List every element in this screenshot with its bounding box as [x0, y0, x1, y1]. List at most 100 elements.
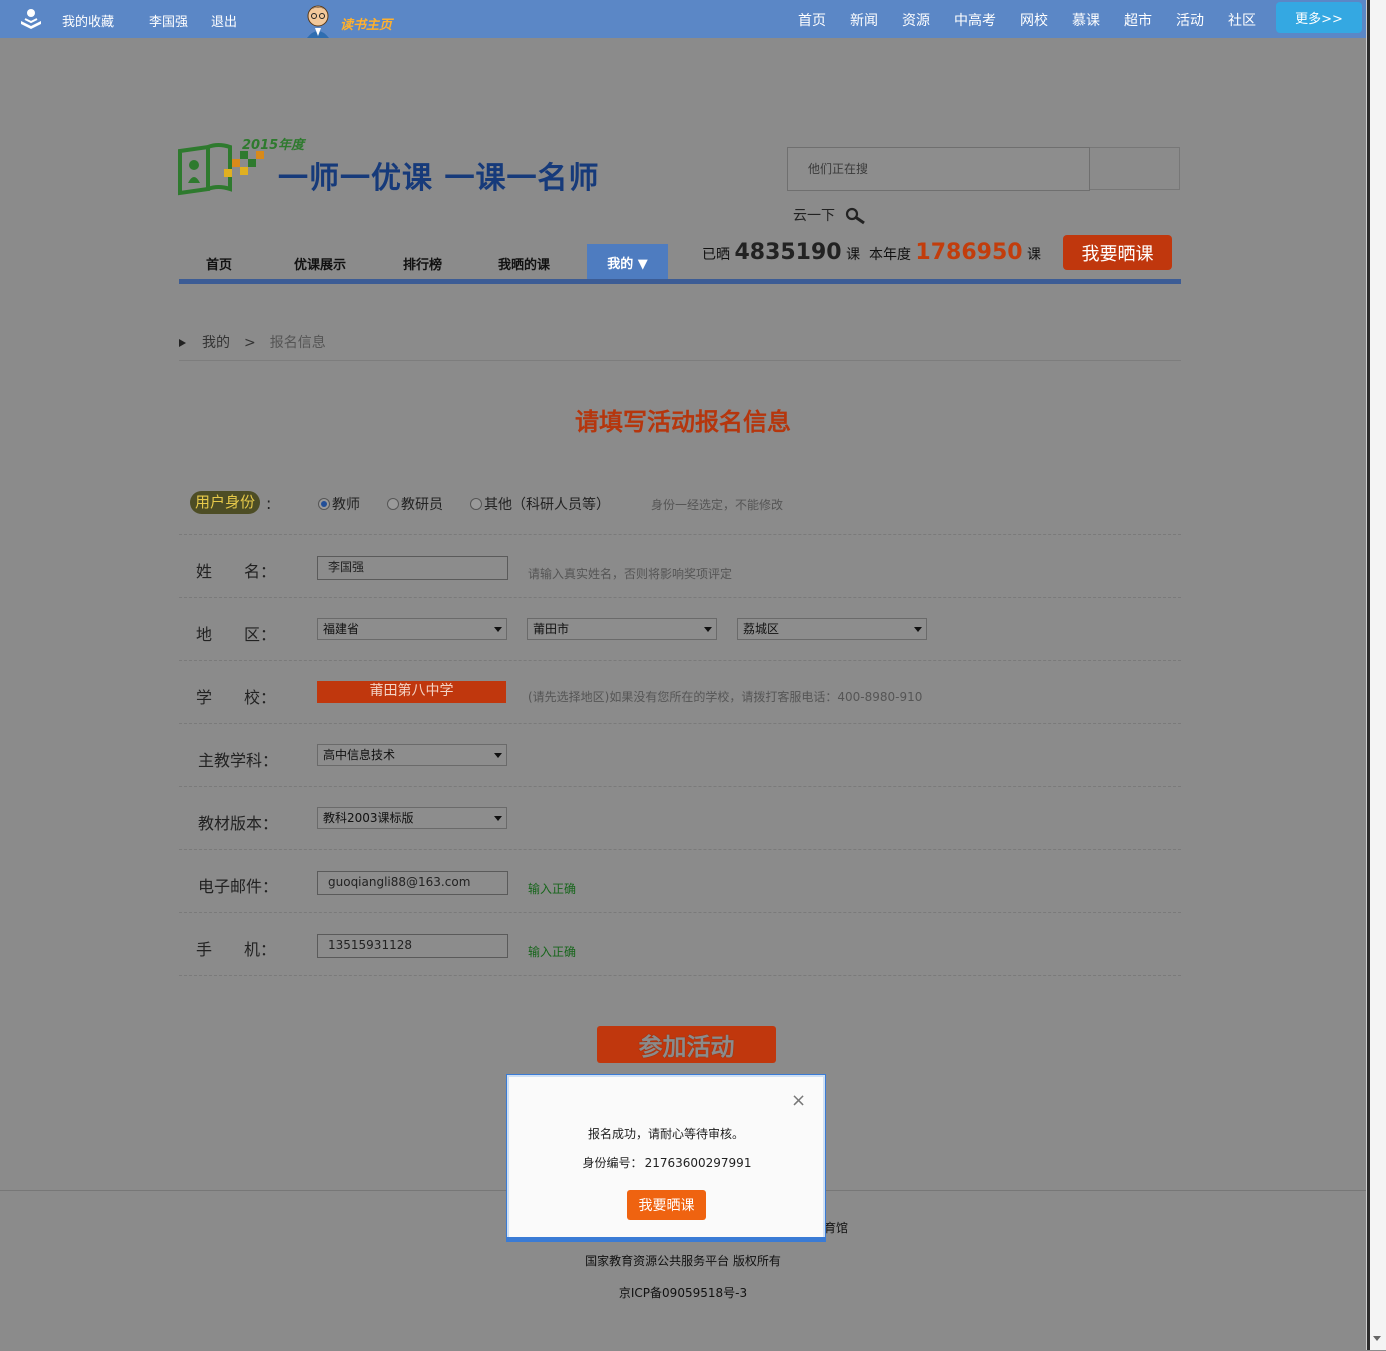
join-activity-button[interactable]: 参加活动 — [597, 1026, 776, 1063]
role-hint: 身份一经选定，不能修改 — [651, 498, 784, 512]
district-value: 荔城区 — [743, 622, 780, 636]
dialog-message: 报名成功，请耐心等待审核。 — [587, 1127, 744, 1141]
phone-label: 手 机： — [196, 940, 277, 959]
role-radio-other[interactable]: 其他（科研人员等） — [470, 494, 610, 514]
chevron-down-icon — [494, 627, 502, 632]
dialog-shaike-button[interactable]: 我要晒课 — [627, 1190, 706, 1220]
breadcrumb-root[interactable]: 我的 — [202, 335, 230, 351]
top-nav-exams[interactable]: 中高考 — [954, 10, 996, 30]
province-select[interactable]: 福建省 — [317, 618, 507, 640]
textbook-select[interactable]: 教科2003课标版 — [317, 807, 507, 829]
row-divider — [179, 786, 1181, 787]
dialog-id-label: 身份编号： — [582, 1156, 643, 1170]
main-nav-underline — [179, 279, 1181, 284]
name-hint: 请输入真实姓名，否则将影响奖项评定 — [528, 567, 733, 581]
main-nav-home[interactable]: 首页 — [206, 254, 232, 273]
top-nav-community[interactable]: 社区 — [1228, 10, 1256, 30]
role-label: 用户身份 — [190, 491, 261, 514]
phone-field[interactable]: 13515931128 — [317, 934, 508, 958]
top-nav-mooc[interactable]: 慕课 — [1072, 10, 1100, 30]
radio-checked-icon — [318, 498, 330, 510]
username-link[interactable]: 李国强 — [149, 11, 188, 30]
course-stats: 已晒 4835190 课 本年度 1786950 课 — [702, 240, 1041, 265]
school-select-button[interactable]: 莆田第八中学 — [317, 681, 506, 703]
textbook-value: 教科2003课标版 — [323, 811, 414, 825]
top-nav-school[interactable]: 网校 — [1020, 10, 1048, 30]
school-label: 学 校： — [196, 688, 277, 707]
radio-unchecked-icon — [387, 498, 399, 510]
teacher-avatar-icon — [307, 5, 329, 38]
city-value: 莆田市 — [533, 622, 570, 636]
role-colon: : — [266, 494, 272, 513]
footer-copyright: 国家教育资源公共服务平台 版权所有 — [585, 1254, 781, 1268]
chevron-down-icon — [914, 627, 922, 632]
dialog-bottom-bar — [507, 1237, 825, 1241]
city-select[interactable]: 莆田市 — [527, 618, 717, 640]
main-nav-ranking[interactable]: 排行榜 — [403, 254, 442, 273]
breadcrumb-current: 报名信息 — [269, 335, 326, 351]
breadcrumb-separator: > — [244, 335, 256, 351]
row-divider — [179, 534, 1181, 535]
user-reading-icon[interactable] — [18, 7, 44, 31]
reading-home-logo[interactable]: 读书主页 — [300, 2, 400, 38]
top-nav-activity[interactable]: 活动 — [1176, 10, 1204, 30]
school-hint: (请先选择地区)如果没有您所在的学校，请拨打客服电话：400-8980-910 — [528, 690, 923, 704]
textbook-label: 教材版本： — [198, 814, 279, 833]
district-select[interactable]: 荔城区 — [737, 618, 927, 640]
role-radio-teacher[interactable]: 教师 — [318, 494, 360, 514]
search-input-wrapper — [787, 147, 1090, 191]
scrollbar-thumb[interactable] — [1367, 0, 1370, 1350]
search-side-area — [1090, 147, 1180, 190]
page-scrollbar[interactable] — [1366, 0, 1386, 1350]
row-divider — [179, 723, 1181, 724]
breadcrumb-arrow-icon — [179, 339, 186, 347]
top-nav-news[interactable]: 新闻 — [850, 10, 878, 30]
subject-label: 主教学科： — [198, 751, 279, 770]
breadcrumb-divider — [179, 360, 1181, 361]
scroll-down-arrow-icon[interactable] — [1373, 1336, 1381, 1341]
row-divider — [179, 660, 1181, 661]
chevron-down-icon — [704, 627, 712, 632]
row-divider — [179, 849, 1181, 850]
close-icon[interactable]: × — [791, 1092, 806, 1110]
top-nav-market[interactable]: 超市 — [1124, 10, 1152, 30]
stats-unit: 课 — [846, 247, 861, 263]
stats-year-total: 1786950 — [915, 240, 1023, 265]
subject-select[interactable]: 高中信息技术 — [317, 744, 507, 766]
search-button[interactable]: 云一下 — [793, 205, 865, 225]
row-divider — [179, 975, 1181, 976]
row-divider — [179, 912, 1181, 913]
main-nav-showcase[interactable]: 优课展示 — [294, 254, 346, 273]
search-input[interactable] — [788, 148, 1089, 190]
more-button[interactable]: 更多>> — [1276, 2, 1362, 33]
top-bar: 我的收藏 李国强 退出 读书主页 首页 新闻 资源 中高考 网校 慕课 超市 活… — [0, 0, 1366, 38]
region-label: 地 区： — [196, 625, 277, 644]
dialog-id-value: 21763600297991 — [644, 1156, 752, 1170]
radio-unchecked-icon — [470, 498, 482, 510]
chevron-down-icon — [494, 816, 502, 821]
stats-prefix: 已晒 — [702, 247, 730, 263]
role-other-label: 其他（科研人员等） — [484, 497, 610, 513]
footer-fragment: 育馆 — [824, 1221, 849, 1235]
form-title: 请填写活动报名信息 — [575, 408, 791, 436]
row-divider — [179, 597, 1181, 598]
stats-year-unit: 课 — [1027, 247, 1042, 263]
search-icon — [845, 207, 865, 225]
name-field[interactable]: 李国强 — [317, 556, 508, 580]
logo-year: 2015年度 — [242, 138, 305, 153]
logout-link[interactable]: 退出 — [211, 11, 237, 30]
logo-slogan: 一师一优课 一课一名师 — [278, 161, 600, 196]
site-logo[interactable]: 2015年度 一师一优课 一课一名师 — [178, 133, 628, 203]
footer-icp[interactable]: 京ICP备09059518号-3 — [0, 1284, 1366, 1301]
breadcrumb: 我的 > 报名信息 — [179, 332, 326, 352]
phone-valid-message: 输入正确 — [528, 945, 577, 959]
main-nav-mine-tab[interactable]: 我的 ▼ — [587, 244, 668, 280]
shaike-header-button[interactable]: 我要晒课 — [1063, 235, 1172, 270]
role-radio-researcher[interactable]: 教研员 — [387, 494, 443, 514]
top-nav-home[interactable]: 首页 — [798, 10, 826, 30]
reading-home-label: 读书主页 — [340, 18, 393, 33]
favorites-link[interactable]: 我的收藏 — [62, 11, 114, 30]
email-field[interactable]: guoqiangli88@163.com — [317, 871, 508, 895]
top-nav-resources[interactable]: 资源 — [902, 10, 930, 30]
main-nav-my-courses[interactable]: 我晒的课 — [498, 254, 550, 273]
